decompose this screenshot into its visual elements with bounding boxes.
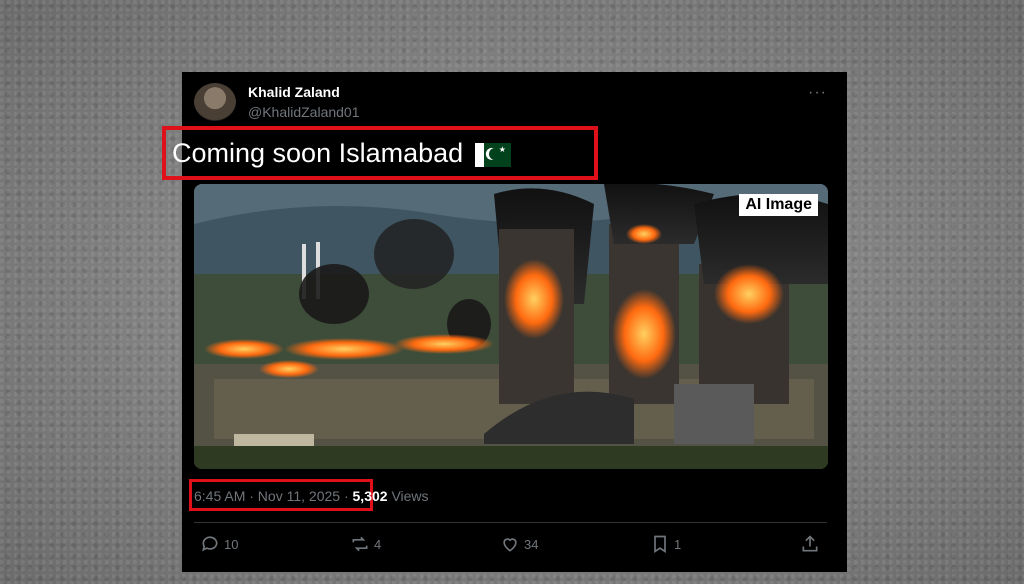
reply-icon bbox=[202, 536, 218, 552]
repost-icon bbox=[352, 536, 368, 552]
timestamp[interactable]: 6:45 AM · Nov 11, 2025 bbox=[194, 488, 340, 504]
burning-city-illustration bbox=[194, 184, 828, 469]
ai-image-badge: AI Image bbox=[739, 194, 818, 216]
like-button[interactable]: 34 bbox=[500, 534, 538, 554]
repost-count: 4 bbox=[374, 536, 382, 552]
avatar[interactable] bbox=[194, 83, 236, 121]
tweet-card: Khalid Zaland @KhalidZaland01 ··· Coming… bbox=[162, 72, 847, 572]
repost-button[interactable]: 4 bbox=[350, 534, 381, 554]
like-icon bbox=[503, 538, 517, 552]
reply-count: 10 bbox=[224, 536, 239, 552]
author-handle[interactable]: @KhalidZaland01 bbox=[248, 104, 360, 120]
divider bbox=[194, 522, 827, 523]
more-icon[interactable]: ··· bbox=[808, 84, 827, 102]
like-count: 34 bbox=[524, 536, 539, 552]
bookmark-icon bbox=[654, 535, 666, 554]
reply-button[interactable]: 10 bbox=[200, 534, 238, 554]
views-count: 5,302 bbox=[352, 488, 388, 504]
tweet-text-content: Coming soon Islamabad bbox=[172, 138, 464, 168]
bookmark-button[interactable]: 1 bbox=[650, 534, 681, 554]
tweet-image[interactable]: AI Image bbox=[194, 184, 828, 469]
bookmark-count: 1 bbox=[674, 536, 682, 552]
tweet-meta: 6:45 AM · Nov 11, 2025 · 5,302 Views bbox=[194, 488, 429, 504]
tweet-actions: 10 4 34 1 bbox=[194, 532, 827, 558]
views-label: Views bbox=[391, 488, 429, 504]
tweet-text: Coming soon Islamabad ★ bbox=[172, 138, 511, 169]
meta-separator: · bbox=[343, 488, 349, 504]
share-button[interactable] bbox=[800, 534, 820, 554]
author-name[interactable]: Khalid Zaland bbox=[248, 84, 340, 100]
pakistan-flag-icon: ★ bbox=[474, 142, 511, 167]
share-icon bbox=[802, 535, 818, 552]
